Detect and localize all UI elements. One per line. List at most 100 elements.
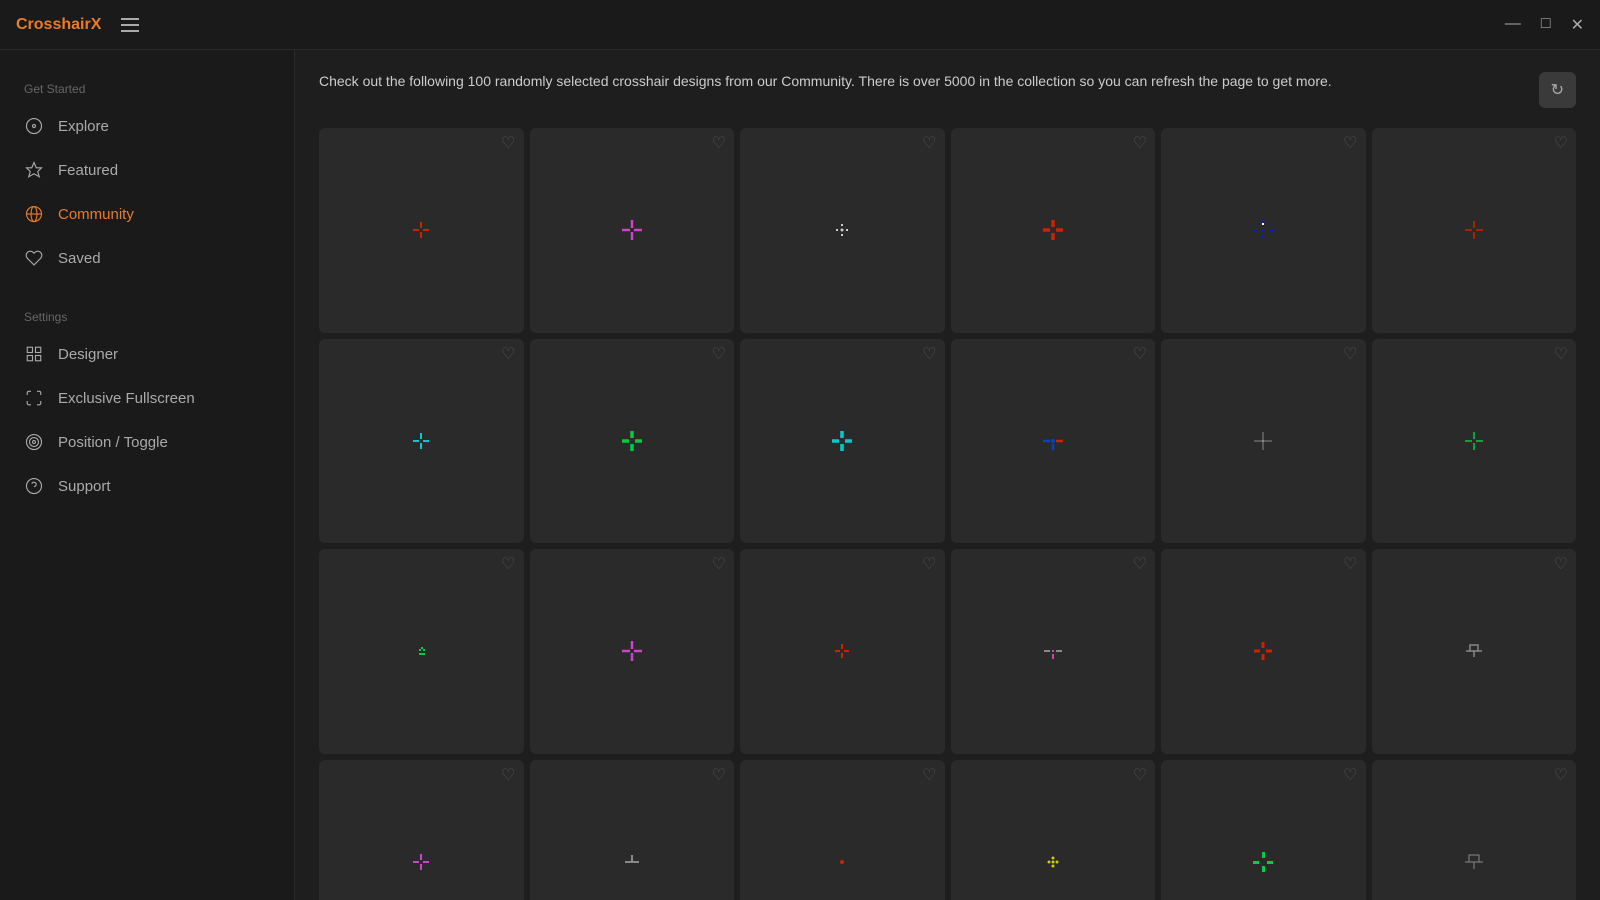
heart-button[interactable]: ♡ [922, 347, 936, 363]
crosshair-card[interactable]: ♡ [951, 760, 1156, 900]
crosshair-preview [391, 621, 451, 681]
refresh-button[interactable]: ↻ [1539, 72, 1576, 108]
crosshair-preview [391, 200, 451, 260]
sidebar-item-saved[interactable]: Saved [0, 238, 294, 278]
heart-button[interactable]: ♡ [1343, 347, 1357, 363]
support-label: Support [58, 478, 111, 495]
maximize-button[interactable]: □ [1541, 15, 1551, 35]
crosshair-preview [1444, 411, 1504, 471]
crosshair-card[interactable]: ♡ [530, 760, 735, 900]
help-icon [24, 476, 44, 496]
crosshair-card[interactable]: ♡ [951, 128, 1156, 333]
heart-button[interactable]: ♡ [1133, 768, 1147, 784]
crosshair-card[interactable]: ♡ [740, 339, 945, 544]
content-area: Check out the following 100 randomly sel… [295, 50, 1600, 900]
heart-button[interactable]: ♡ [1554, 557, 1568, 573]
main-layout: Get Started Explore Featured [0, 50, 1600, 900]
crosshair-preview [1233, 411, 1293, 471]
sidebar-item-designer[interactable]: Designer [0, 334, 294, 374]
heart-button[interactable]: ♡ [501, 347, 515, 363]
sidebar-item-featured[interactable]: Featured [0, 150, 294, 190]
sidebar-item-exclusive-fullscreen[interactable]: Exclusive Fullscreen [0, 378, 294, 418]
heart-button[interactable]: ♡ [1343, 557, 1357, 573]
description-bar: Check out the following 100 randomly sel… [319, 70, 1576, 108]
crosshair-card[interactable]: ♡ [1372, 339, 1577, 544]
heart-button[interactable]: ♡ [1133, 136, 1147, 152]
crosshair-card[interactable]: ♡ [530, 128, 735, 333]
crosshair-preview [1233, 621, 1293, 681]
target-icon [24, 432, 44, 452]
crosshair-card[interactable]: ♡ [319, 760, 524, 900]
heart-button[interactable]: ♡ [1554, 768, 1568, 784]
hamburger-menu[interactable] [121, 18, 139, 32]
heart-button[interactable]: ♡ [922, 136, 936, 152]
sidebar-item-position-toggle[interactable]: Position / Toggle [0, 422, 294, 462]
heart-button[interactable]: ♡ [922, 557, 936, 573]
crosshair-card[interactable]: ♡ [740, 549, 945, 754]
grid-icon [24, 344, 44, 364]
heart-button[interactable]: ♡ [1343, 768, 1357, 784]
minimize-button[interactable]: — [1505, 15, 1521, 35]
crosshair-card[interactable]: ♡ [1161, 760, 1366, 900]
heart-button[interactable]: ♡ [712, 136, 726, 152]
crosshair-preview [602, 832, 662, 892]
crosshair-preview [812, 411, 872, 471]
compass-icon [24, 116, 44, 136]
crosshair-card[interactable]: ♡ [319, 339, 524, 544]
crosshair-card[interactable]: ♡ [740, 760, 945, 900]
heart-button[interactable]: ♡ [712, 557, 726, 573]
community-label: Community [58, 206, 134, 223]
crosshair-card[interactable]: ♡ [1161, 128, 1366, 333]
crosshair-card[interactable]: ♡ [530, 339, 735, 544]
crosshair-card[interactable]: ♡ [1372, 128, 1577, 333]
crosshair-card[interactable]: ♡ [1161, 339, 1366, 544]
heart-button[interactable]: ♡ [501, 136, 515, 152]
titlebar-left: CrosshairX [16, 16, 139, 34]
crosshair-card[interactable]: ♡ [1161, 549, 1366, 754]
sidebar-item-community[interactable]: Community [0, 194, 294, 234]
heart-button[interactable]: ♡ [712, 347, 726, 363]
crosshair-preview [1023, 621, 1083, 681]
app-title: CrosshairX [16, 16, 101, 34]
heart-button[interactable]: ♡ [1554, 136, 1568, 152]
close-button[interactable]: ✕ [1571, 15, 1584, 35]
crosshair-grid: ♡ ♡ ♡ ♡ ♡ ♡ ♡ ♡ ♡ ♡ ♡ ♡ ♡ ♡ ♡ ♡ ♡ ♡ ♡ ♡ ♡ ♡ ♡ ♡ [319, 128, 1576, 900]
crosshair-preview [812, 832, 872, 892]
heart-button[interactable]: ♡ [712, 768, 726, 784]
heart-button[interactable]: ♡ [1133, 557, 1147, 573]
crosshair-preview [602, 200, 662, 260]
crosshair-card[interactable]: ♡ [1372, 760, 1577, 900]
crosshair-card[interactable]: ♡ [951, 339, 1156, 544]
crosshair-preview [1444, 200, 1504, 260]
crosshair-preview [1444, 621, 1504, 681]
crosshair-card[interactable]: ♡ [951, 549, 1156, 754]
featured-label: Featured [58, 162, 118, 179]
settings-section-label: Settings [0, 298, 294, 330]
crosshair-card[interactable]: ♡ [319, 128, 524, 333]
description-text: Check out the following 100 randomly sel… [319, 70, 1527, 92]
crosshair-preview [1233, 200, 1293, 260]
sidebar-item-support[interactable]: Support [0, 466, 294, 506]
crosshair-card[interactable]: ♡ [1372, 549, 1577, 754]
crosshair-card[interactable]: ♡ [740, 128, 945, 333]
heart-button[interactable]: ♡ [501, 768, 515, 784]
crosshair-preview [602, 411, 662, 471]
heart-button[interactable]: ♡ [922, 768, 936, 784]
crosshair-card[interactable]: ♡ [530, 549, 735, 754]
heart-button[interactable]: ♡ [501, 557, 515, 573]
heart-icon [24, 248, 44, 268]
crosshair-preview [1023, 411, 1083, 471]
heart-button[interactable]: ♡ [1554, 347, 1568, 363]
crosshair-preview [812, 621, 872, 681]
explore-label: Explore [58, 118, 109, 135]
app-title-accent: X [91, 16, 102, 33]
crosshair-preview [1023, 832, 1083, 892]
heart-button[interactable]: ♡ [1133, 347, 1147, 363]
app-title-text: Crosshair [16, 16, 91, 33]
crosshair-preview [812, 200, 872, 260]
heart-button[interactable]: ♡ [1343, 136, 1357, 152]
sidebar-item-explore[interactable]: Explore [0, 106, 294, 146]
crosshair-preview [1233, 832, 1293, 892]
crosshair-preview [1023, 200, 1083, 260]
crosshair-card[interactable]: ♡ [319, 549, 524, 754]
